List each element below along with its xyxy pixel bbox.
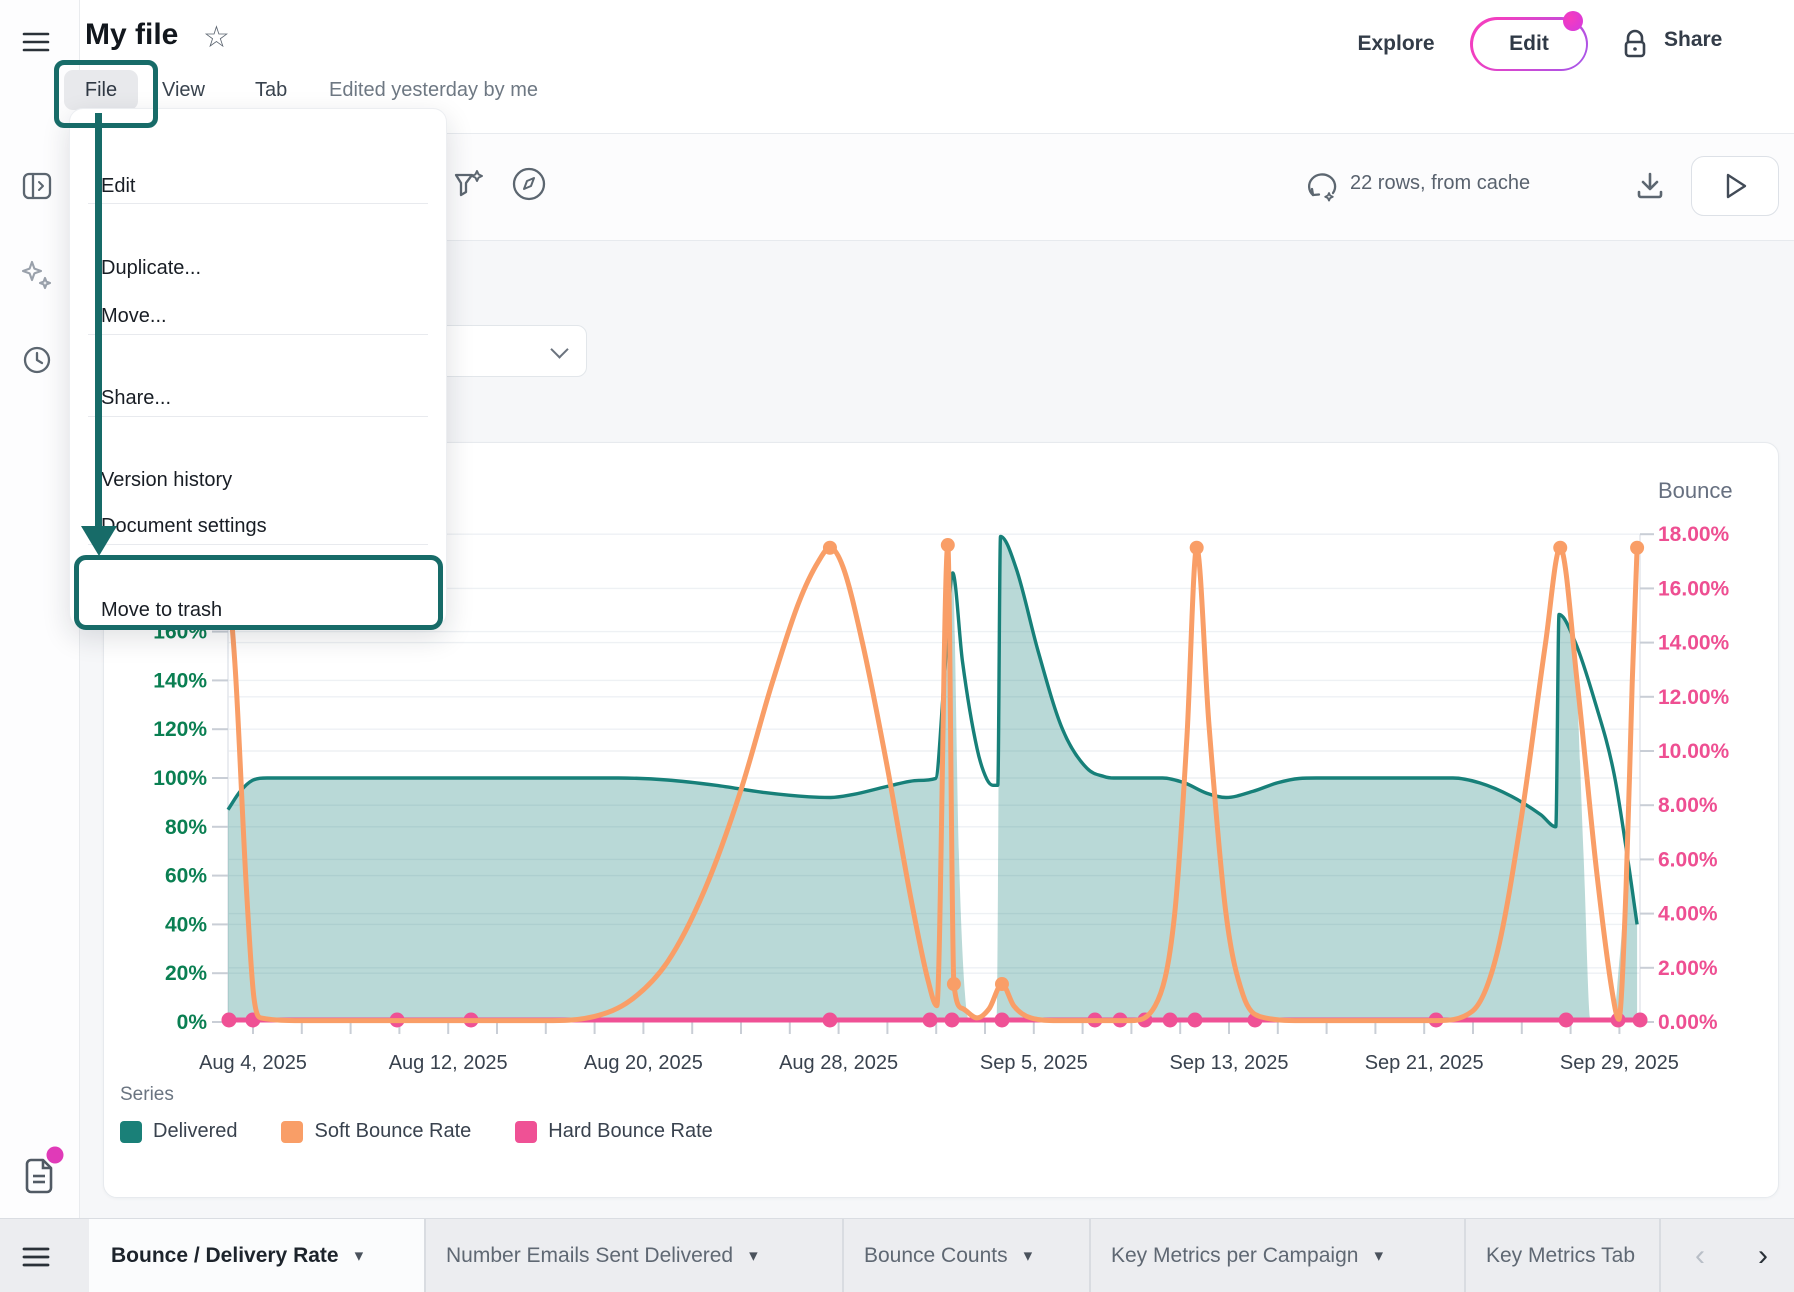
menu-item-duplicate[interactable]: Duplicate... — [101, 246, 421, 290]
menubar-tab[interactable]: Tab — [255, 70, 287, 110]
tab-divider — [1659, 1219, 1661, 1292]
filter-icon[interactable] — [450, 167, 486, 203]
menubar-view[interactable]: View — [162, 70, 205, 110]
chevron-down-icon: ▾ — [355, 1246, 364, 1266]
legend-label: Hard Bounce Rate — [548, 1120, 713, 1143]
chevron-down-icon: ▾ — [1024, 1246, 1033, 1266]
menubar-file[interactable]: File — [64, 70, 138, 110]
legend-swatch — [515, 1121, 537, 1143]
legend-label: Soft Bounce Rate — [314, 1120, 471, 1143]
magic-sparkles-icon[interactable] — [18, 257, 54, 293]
chevron-down-icon — [550, 340, 568, 358]
legend-swatch — [281, 1121, 303, 1143]
page-title: My file — [85, 18, 178, 52]
favorite-star-icon[interactable]: ☆ — [203, 20, 230, 55]
menu-item-document-settings[interactable]: Document settings — [101, 504, 421, 548]
chart-legend: Delivered Soft Bounce Rate Hard Bounce Rat… — [120, 1120, 713, 1143]
menu-item-edit[interactable]: Edit — [101, 164, 421, 208]
chevron-down-icon: ▾ — [1374, 1246, 1383, 1266]
lock-icon — [1622, 29, 1648, 59]
file-menu-dropdown: Edit Duplicate...Move... Share... Version h… — [69, 108, 447, 627]
menu-divider — [88, 416, 428, 417]
run-button[interactable] — [1691, 156, 1779, 216]
document-status-icon[interactable] — [19, 1146, 65, 1196]
menu-divider — [88, 203, 428, 204]
tabs-menu-icon[interactable] — [22, 1246, 50, 1268]
chevron-down-icon: ▾ — [749, 1246, 758, 1266]
edited-status: Edited yesterday by me — [329, 70, 538, 110]
rows-status: 22 rows, from cache — [1350, 172, 1530, 195]
legend-item-delivered[interactable]: Delivered — [120, 1120, 237, 1143]
explore-button[interactable]: Explore — [1346, 28, 1446, 60]
panel-toggle-icon[interactable] — [21, 170, 53, 202]
tab-label: Bounce Counts — [864, 1244, 1008, 1268]
tab-divider — [1089, 1219, 1091, 1292]
menu-item-move-to-trash[interactable]: Move to trash — [101, 588, 421, 632]
menu-item-version-history[interactable]: Version history — [101, 458, 421, 502]
menu-divider — [88, 544, 428, 545]
tab-key-metrics-tab[interactable]: Key Metrics Tab — [1464, 1219, 1659, 1292]
tab-key-metrics-per-campaign[interactable]: Key Metrics per Campaign ▾ — [1089, 1219, 1464, 1292]
menu-divider — [88, 334, 428, 335]
cache-refresh-icon[interactable] — [1306, 169, 1340, 203]
bottom-tab-bar: Bounce / Delivery Rate▾Number Emails Sen… — [0, 1218, 1794, 1292]
tabs-scroll-left[interactable]: ‹ — [1695, 1219, 1705, 1292]
edit-notification-dot — [1563, 11, 1583, 31]
app-root: My file ☆ File View Tab Edited yesterday… — [0, 0, 1794, 1292]
tab-label: Key Metrics per Campaign — [1111, 1244, 1358, 1268]
legend-item-soft-bounce-rate[interactable]: Soft Bounce Rate — [281, 1120, 471, 1143]
menu-item-share[interactable]: Share... — [101, 376, 421, 420]
tab-divider — [424, 1219, 426, 1292]
tab-bounce-delivery-rate[interactable]: Bounce / Delivery Rate ▾ — [89, 1219, 424, 1292]
legend-swatch — [120, 1121, 142, 1143]
legend-title: Series — [120, 1084, 174, 1106]
legend-item-hard-bounce-rate[interactable]: Hard Bounce Rate — [515, 1120, 713, 1143]
tab-bounce-counts[interactable]: Bounce Counts ▾ — [842, 1219, 1089, 1292]
tab-label: Number Emails Sent Delivered — [446, 1244, 733, 1268]
menu-item-move[interactable]: Move... — [101, 294, 421, 338]
tab-number-emails-sent-delivered[interactable]: Number Emails Sent Delivered ▾ — [424, 1219, 842, 1292]
tab-label: Bounce / Delivery Rate — [111, 1244, 339, 1268]
history-clock-icon[interactable] — [22, 345, 52, 375]
main-menu-icon[interactable] — [22, 30, 50, 54]
tabs-scroll-right[interactable]: › — [1758, 1219, 1768, 1292]
tab-label: Key Metrics Tab — [1486, 1244, 1635, 1268]
compass-icon[interactable] — [510, 165, 548, 203]
play-icon — [1722, 171, 1748, 201]
legend-label: Delivered — [153, 1120, 237, 1143]
share-button[interactable]: Share — [1664, 28, 1722, 52]
document-notification-dot — [47, 1147, 64, 1164]
tab-divider — [1464, 1219, 1466, 1292]
tab-divider — [842, 1219, 844, 1292]
download-icon[interactable] — [1634, 170, 1666, 202]
